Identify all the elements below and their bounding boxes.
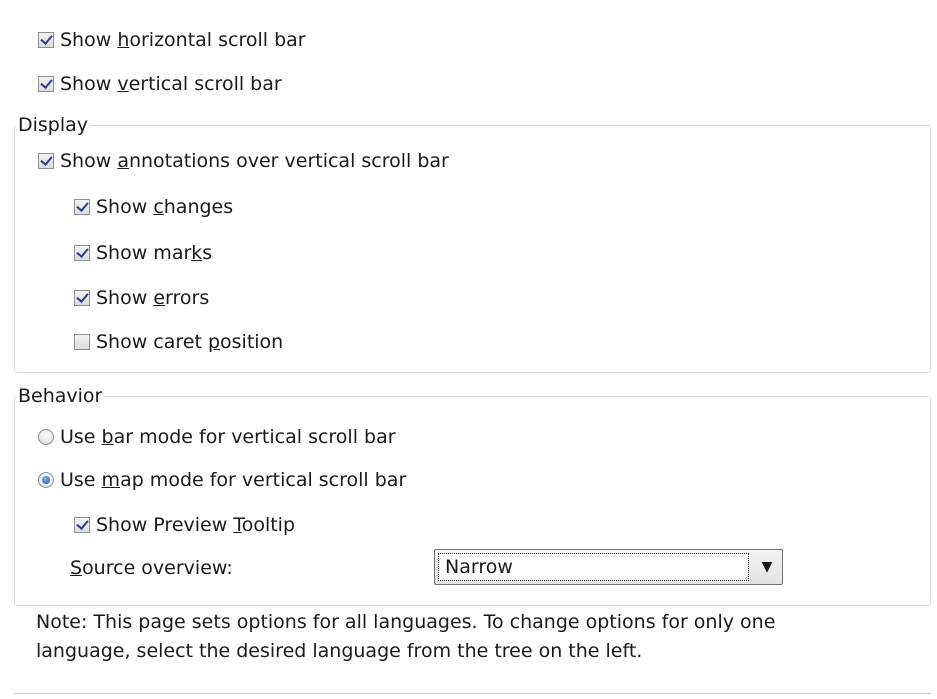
radio-unselected-icon[interactable] bbox=[38, 429, 54, 445]
source-overview-dropdown[interactable]: Narrow ▼ bbox=[434, 549, 783, 585]
checkbox-checked-icon[interactable] bbox=[74, 245, 90, 261]
checkbox-label: Show vertical scroll bar bbox=[60, 73, 282, 95]
map-mode-radio[interactable]: Use map mode for vertical scroll bar bbox=[38, 467, 406, 493]
radio-label: Use bar mode for vertical scroll bar bbox=[60, 426, 396, 448]
checkbox-checked-icon[interactable] bbox=[74, 290, 90, 306]
checkbox-checked-icon[interactable] bbox=[74, 199, 90, 215]
dropdown-arrow-icon[interactable]: ▼ bbox=[752, 550, 782, 584]
note-line-2: language, select the desired language fr… bbox=[36, 640, 643, 662]
show-marks-checkbox[interactable]: Show marks bbox=[74, 240, 212, 266]
checkbox-label: Show changes bbox=[96, 196, 234, 218]
radio-selected-icon[interactable] bbox=[38, 472, 54, 488]
bottom-divider bbox=[14, 693, 931, 694]
show-preview-tooltip-checkbox[interactable]: Show Preview Tooltip bbox=[74, 512, 295, 538]
dropdown-selected-value: Narrow bbox=[438, 553, 749, 581]
bar-mode-radio[interactable]: Use bar mode for vertical scroll bar bbox=[38, 424, 396, 450]
note-line-1: Note: This page sets options for all lan… bbox=[36, 611, 776, 633]
behavior-legend: Behavior bbox=[16, 385, 105, 407]
checkbox-label: Show caret position bbox=[96, 331, 284, 353]
radio-label: Use map mode for vertical scroll bar bbox=[60, 469, 407, 491]
show-errors-checkbox[interactable]: Show errors bbox=[74, 285, 209, 311]
checkbox-unchecked-icon[interactable] bbox=[74, 334, 90, 350]
checkbox-label: Show annotations over vertical scroll ba… bbox=[60, 150, 449, 172]
show-changes-checkbox[interactable]: Show changes bbox=[74, 194, 233, 220]
checkbox-label: Show errors bbox=[96, 287, 210, 309]
show-caret-position-checkbox[interactable]: Show caret position bbox=[74, 329, 283, 355]
checkbox-checked-icon[interactable] bbox=[74, 517, 90, 533]
checkbox-checked-icon[interactable] bbox=[38, 32, 54, 48]
source-overview-label: Source overview: bbox=[70, 557, 233, 579]
display-legend: Display bbox=[16, 114, 91, 136]
checkbox-label: Show horizontal scroll bar bbox=[60, 29, 306, 51]
checkbox-checked-icon[interactable] bbox=[38, 76, 54, 92]
show-horizontal-scroll-bar-checkbox[interactable]: Show horizontal scroll bar bbox=[38, 27, 306, 53]
show-vertical-scroll-bar-checkbox[interactable]: Show vertical scroll bar bbox=[38, 71, 282, 97]
checkbox-label: Show marks bbox=[96, 242, 213, 264]
checkbox-label: Show Preview Tooltip bbox=[96, 514, 296, 536]
checkbox-checked-icon[interactable] bbox=[38, 153, 54, 169]
show-annotations-checkbox[interactable]: Show annotations over vertical scroll ba… bbox=[38, 148, 449, 174]
